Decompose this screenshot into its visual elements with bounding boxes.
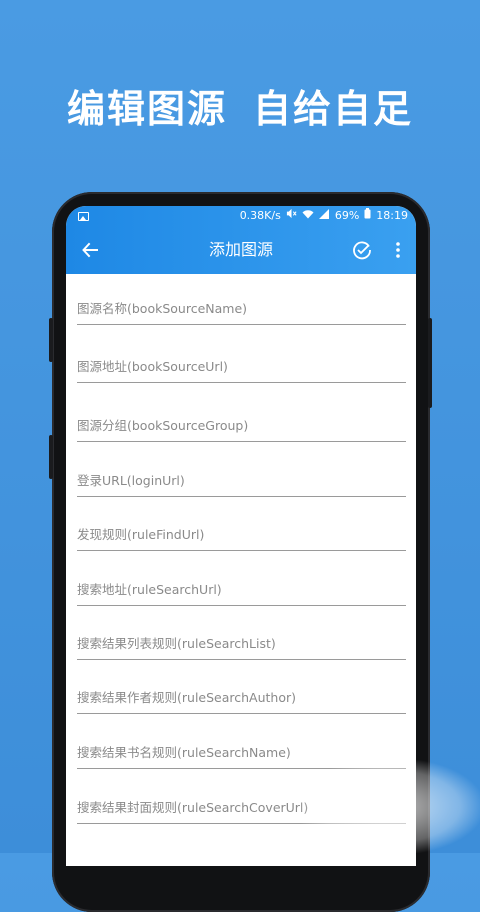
field-book-source-url[interactable]: 图源地址(bookSourceUrl) [77, 357, 406, 383]
phone-side-button [428, 318, 432, 408]
field-hint: 搜索地址(ruleSearchUrl) [77, 582, 222, 597]
field-hint: 图源名称(bookSourceName) [77, 301, 248, 316]
promo-title-right: 自给自足 [253, 87, 414, 131]
phone-screen: 0.38K/s 69% 18:19 添加图源 图源名称(bookSourceNa… [66, 206, 416, 866]
clock-time: 18:19 [376, 209, 408, 222]
phone-side-button [49, 318, 53, 362]
field-book-source-group[interactable]: 图源分组(bookSourceGroup) [77, 416, 406, 442]
field-rule-search-url[interactable]: 搜索地址(ruleSearchUrl) [77, 580, 406, 606]
field-rule-search-author[interactable]: 搜索结果作者规则(ruleSearchAuthor) [77, 688, 406, 714]
battery-level: 69% [334, 209, 360, 222]
status-bar: 0.38K/s 69% 18:19 [66, 206, 416, 226]
field-hint: 搜索结果书名规则(ruleSearchName) [77, 745, 291, 760]
mute-icon [286, 206, 297, 226]
signal-icon [318, 206, 330, 226]
wifi-icon [302, 206, 314, 226]
field-hint: 发现规则(ruleFindUrl) [77, 527, 205, 542]
field-hint: 搜索结果列表规则(ruleSearchList) [77, 636, 276, 651]
check-circle-icon[interactable] [350, 238, 374, 262]
field-rule-search-name[interactable]: 搜索结果书名规则(ruleSearchName) [77, 743, 406, 769]
field-rule-find-url[interactable]: 发现规则(ruleFindUrl) [77, 525, 406, 551]
app-bar: 添加图源 [66, 226, 416, 274]
field-book-source-name[interactable]: 图源名称(bookSourceName) [77, 299, 406, 325]
network-speed: 0.38K/s [239, 209, 281, 222]
field-rule-search-list[interactable]: 搜索结果列表规则(ruleSearchList) [77, 634, 406, 660]
field-hint: 图源地址(bookSourceUrl) [77, 359, 228, 374]
field-login-url[interactable]: 登录URL(loginUrl) [77, 471, 406, 497]
field-hint: 搜索结果作者规则(ruleSearchAuthor) [77, 690, 297, 705]
promo-title-left: 编辑图源 [66, 87, 227, 131]
field-hint: 登录URL(loginUrl) [77, 473, 185, 488]
more-vert-icon[interactable] [390, 238, 406, 262]
battery-icon [364, 206, 371, 226]
field-rule-search-cover-url[interactable]: 搜索结果封面规则(ruleSearchCoverUrl) [77, 798, 406, 824]
field-hint: 图源分组(bookSourceGroup) [77, 418, 249, 433]
field-hint: 搜索结果封面规则(ruleSearchCoverUrl) [77, 800, 309, 815]
promo-title: 编辑图源 自给自足 [0, 78, 480, 133]
phone-side-button [49, 435, 53, 479]
image-notification-icon [78, 211, 89, 221]
